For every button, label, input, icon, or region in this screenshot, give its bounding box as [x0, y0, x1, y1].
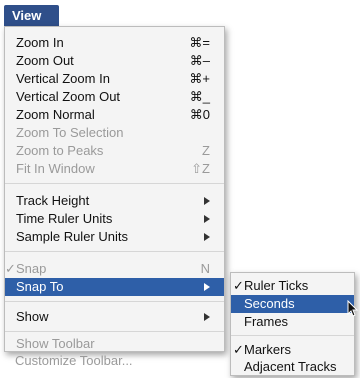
menu-item-label: Fit In Window	[16, 161, 95, 176]
submenu-item-label: Frames	[244, 314, 289, 329]
menu-item-label: Vertical Zoom In	[16, 71, 110, 86]
menu-item-label: Sample Ruler Units	[16, 229, 128, 244]
submenu-item-label: Ruler Ticks	[244, 278, 309, 293]
menu-item-label: Zoom Out	[16, 53, 74, 68]
view-menu: Zoom In ⌘= Zoom Out ⌘– Vertical Zoom In …	[4, 26, 225, 352]
menu-item-label: Track Height	[16, 193, 90, 208]
menu-item-snap: ✓ Snap N	[5, 260, 224, 278]
menu-item-shortcut: ⌘_	[189, 89, 210, 104]
menu-item-shortcut: Z	[202, 143, 210, 158]
menu-item-label: Show	[16, 309, 49, 324]
checkmark-icon: ✓	[5, 261, 16, 276]
menu-item-label: Snap To	[16, 279, 64, 294]
submenu-item-markers[interactable]: ✓ Markers	[231, 341, 354, 359]
submenu-item-label: Adjacent Tracks	[244, 359, 337, 374]
checkmark-icon: ✓	[233, 342, 244, 357]
menu-item-label: Customize Toolbar...	[15, 353, 133, 368]
submenu-arrow-icon	[204, 283, 210, 291]
menu-item-zoom-in[interactable]: Zoom In ⌘=	[5, 34, 224, 52]
menu-item-vertical-zoom-in[interactable]: Vertical Zoom In ⌘+	[5, 70, 224, 88]
menu-item-time-ruler-units[interactable]: Time Ruler Units	[5, 210, 224, 228]
menu-item-shortcut: ⇧Z	[191, 161, 210, 176]
menu-item-label: Vertical Zoom Out	[16, 89, 121, 104]
menu-item-label: Time Ruler Units	[16, 211, 113, 226]
menu-separator	[5, 331, 224, 332]
arrow-cursor-icon	[347, 300, 359, 317]
submenu-arrow-icon	[204, 313, 210, 321]
submenu-separator	[231, 335, 354, 336]
menu-item-zoom-normal[interactable]: Zoom Normal ⌘0	[5, 106, 224, 124]
submenu-item-seconds[interactable]: Seconds	[231, 295, 354, 313]
menu-item-shortcut: N	[200, 261, 210, 276]
menu-item-customize-toolbar: Customize Toolbar...	[4, 352, 225, 370]
menu-item-vertical-zoom-out[interactable]: Vertical Zoom Out ⌘_	[5, 88, 224, 106]
menu-separator	[5, 251, 224, 252]
menu-separator	[5, 301, 224, 302]
submenu-item-label: Markers	[244, 342, 291, 357]
submenu-item-label: Seconds	[244, 296, 295, 311]
submenu-item-ruler-ticks[interactable]: ✓ Ruler Ticks	[231, 277, 354, 295]
menu-item-zoom-to-selection: Zoom To Selection	[5, 124, 224, 142]
menu-item-show-toolbar: Show Toolbar	[5, 335, 224, 353]
menu-item-shortcut: ⌘+	[189, 71, 210, 86]
menu-item-show[interactable]: Show	[5, 308, 224, 326]
menu-item-label: Show Toolbar	[16, 336, 95, 351]
menu-item-label: Zoom To Selection	[16, 125, 124, 140]
menu-item-track-height[interactable]: Track Height	[5, 192, 224, 210]
menu-title-view[interactable]: View	[4, 5, 59, 26]
menu-item-label: Zoom to Peaks	[16, 143, 104, 158]
menu-item-label: Zoom Normal	[16, 107, 95, 122]
menu-item-snap-to[interactable]: Snap To	[5, 278, 224, 296]
snap-to-submenu: ✓ Ruler Ticks Seconds Frames ✓ Markers A…	[230, 272, 355, 376]
menu-item-shortcut: ⌘0	[189, 107, 210, 122]
menu-separator	[5, 183, 224, 184]
menu-item-label: Zoom In	[16, 35, 64, 50]
menu-item-fit-in-window: Fit In Window ⇧Z	[5, 160, 224, 178]
submenu-arrow-icon	[204, 197, 210, 205]
submenu-item-adjacent-tracks[interactable]: Adjacent Tracks	[231, 358, 354, 376]
submenu-arrow-icon	[204, 215, 210, 223]
menu-item-shortcut: ⌘=	[189, 35, 210, 50]
submenu-arrow-icon	[204, 233, 210, 241]
menu-item-shortcut: ⌘–	[189, 53, 210, 68]
submenu-item-frames[interactable]: Frames	[231, 313, 354, 331]
menu-item-sample-ruler-units[interactable]: Sample Ruler Units	[5, 228, 224, 246]
menu-item-zoom-out[interactable]: Zoom Out ⌘–	[5, 52, 224, 70]
menu-item-zoom-to-peaks: Zoom to Peaks Z	[5, 142, 224, 160]
menu-item-label: Snap	[16, 261, 47, 276]
checkmark-icon: ✓	[233, 278, 244, 293]
